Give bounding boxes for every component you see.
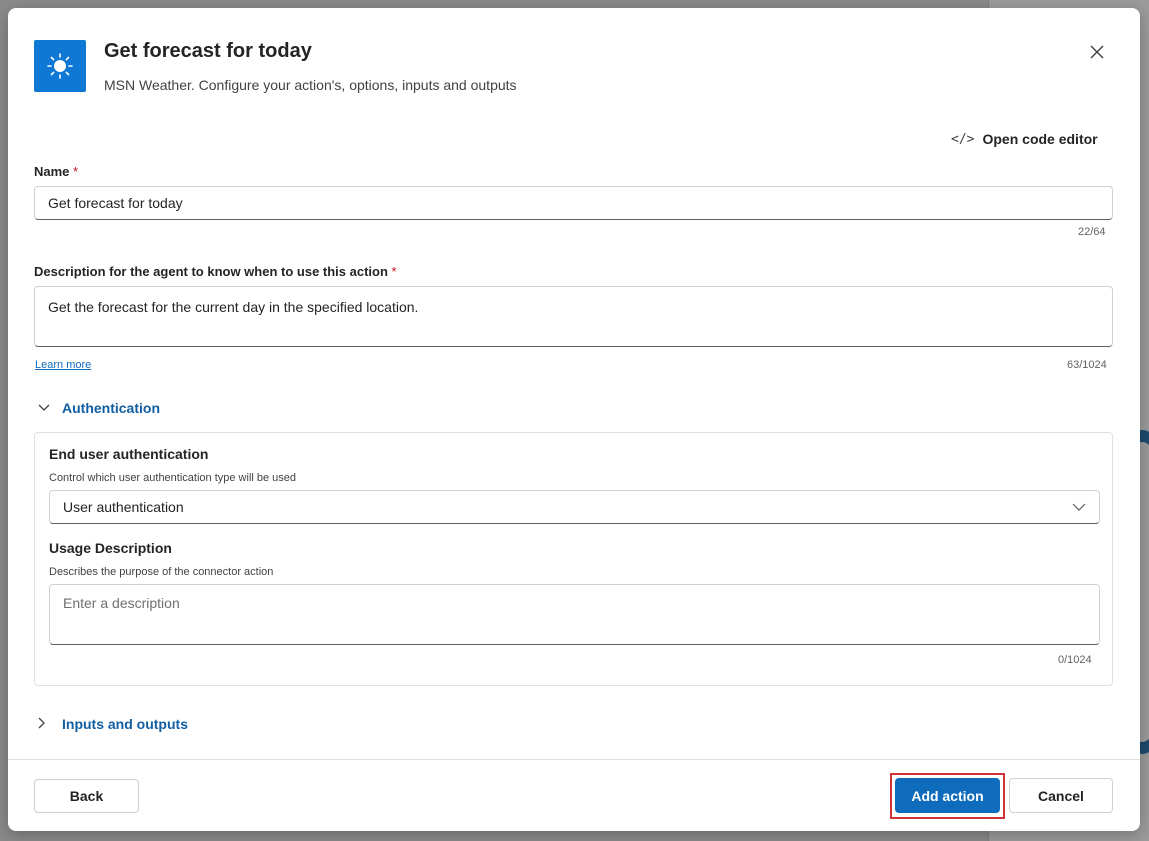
code-icon: </> — [951, 131, 975, 147]
authentication-card: End user authentication Control which us… — [34, 432, 1113, 686]
configure-action-dialog: Get forecast for today MSN Weather. Conf… — [8, 8, 1140, 831]
back-button[interactable]: Back — [34, 779, 139, 813]
usage-description-placeholder: Enter a description — [63, 595, 180, 611]
open-code-editor-button[interactable]: </> Open code editor — [951, 131, 1098, 147]
auth-type-selected: User authentication — [63, 499, 184, 515]
learn-more-link[interactable]: Learn more — [35, 359, 91, 371]
sun-icon — [34, 40, 86, 92]
footer-divider — [8, 759, 1140, 760]
usage-description-heading: Usage Description — [49, 540, 172, 556]
chevron-down-icon — [38, 401, 50, 415]
name-input[interactable]: Get forecast for today — [34, 186, 1113, 220]
required-mark: * — [391, 264, 397, 279]
chevron-right-icon — [38, 717, 50, 732]
auth-type-select[interactable]: User authentication — [49, 490, 1100, 524]
usage-description-counter: 0/1024 — [1058, 654, 1092, 666]
authentication-section-label: Authentication — [62, 400, 160, 416]
close-icon — [1090, 45, 1104, 59]
authentication-section-toggle[interactable]: Authentication — [38, 400, 160, 416]
end-user-auth-hint: Control which user authentication type w… — [49, 472, 297, 484]
cancel-button[interactable]: Cancel — [1009, 778, 1113, 813]
usage-description-hint: Describes the purpose of the connector a… — [49, 566, 274, 578]
dialog-title: Get forecast for today — [104, 40, 312, 62]
description-label: Description for the agent to know when t… — [34, 264, 397, 279]
description-label-text: Description for the agent to know when t… — [34, 264, 388, 279]
description-counter: 63/1024 — [1067, 359, 1107, 371]
highlight-box — [890, 773, 1005, 819]
end-user-auth-heading: End user authentication — [49, 446, 209, 462]
description-textarea[interactable]: Get the forecast for the current day in … — [34, 286, 1113, 347]
name-label: Name * — [34, 164, 78, 179]
usage-description-textarea[interactable]: Enter a description — [49, 584, 1100, 645]
required-mark: * — [73, 164, 79, 179]
name-counter: 22/64 — [1078, 226, 1106, 238]
inputs-outputs-section-label: Inputs and outputs — [62, 716, 188, 732]
name-label-text: Name — [34, 164, 70, 179]
close-button[interactable] — [1086, 41, 1108, 63]
chevron-down-icon — [1072, 503, 1086, 511]
open-code-editor-label: Open code editor — [982, 131, 1098, 147]
inputs-outputs-section-toggle[interactable]: Inputs and outputs — [38, 716, 188, 732]
dialog-subtitle: MSN Weather. Configure your action's, op… — [104, 77, 517, 93]
